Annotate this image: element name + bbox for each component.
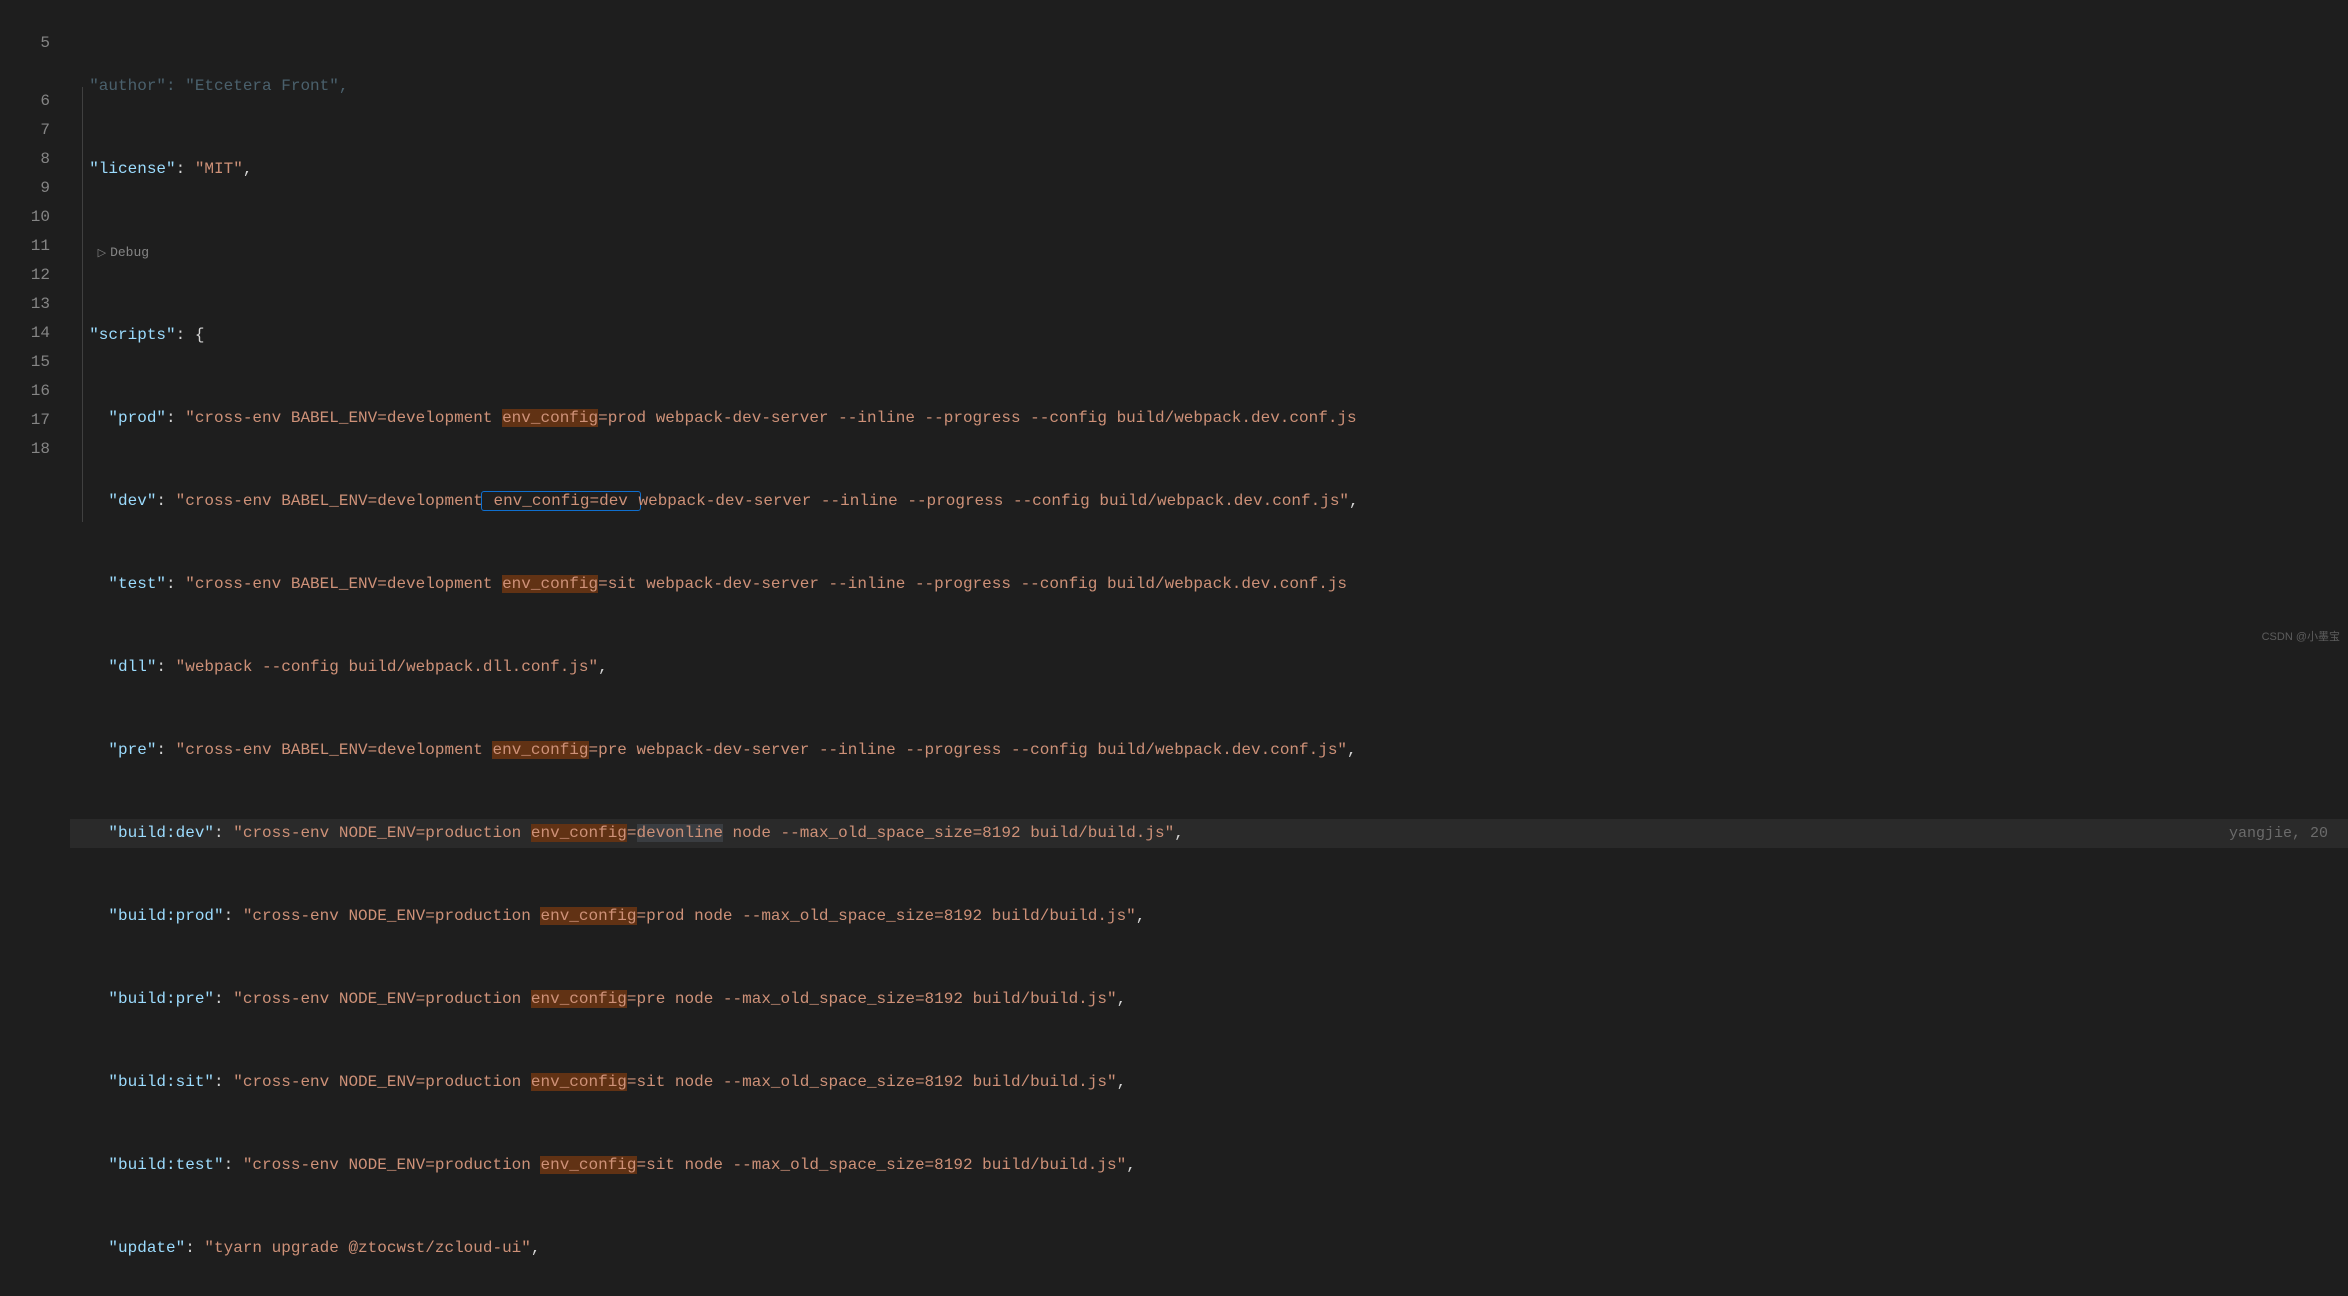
json-key: "update" xyxy=(108,1239,185,1257)
json-key: "pre" xyxy=(108,741,156,759)
line-number: 9 xyxy=(0,174,50,203)
json-string: "MIT" xyxy=(195,160,243,178)
colon: : xyxy=(176,326,195,344)
json-key: "dev" xyxy=(108,492,156,510)
json-string: =pre node --max_old_space_size=8192 buil… xyxy=(627,990,1117,1008)
brace: { xyxy=(195,326,205,344)
line-number: 16 xyxy=(0,377,50,406)
code-line[interactable]: "dll": "webpack --config build/webpack.d… xyxy=(70,653,2348,682)
json-string: node --max_old_space_size=8192 build/bui… xyxy=(723,824,1174,842)
line-number: 17 xyxy=(0,406,50,435)
json-string: =sit webpack-dev-server --inline --progr… xyxy=(598,575,1347,593)
json-string: =prod node --max_old_space_size=8192 bui… xyxy=(637,907,1136,925)
code-line[interactable]: "license": "MIT", xyxy=(70,155,2348,184)
play-icon: ▷ xyxy=(98,248,106,260)
line-number: 13 xyxy=(0,290,50,319)
json-string: "cross-env NODE_ENV=production xyxy=(233,990,531,1008)
code-line[interactable]: "build:prod": "cross-env NODE_ENV=produc… xyxy=(70,902,2348,931)
line-number xyxy=(0,58,50,87)
highlight: env_config xyxy=(531,824,627,842)
code-line[interactable]: "build:pre": "cross-env NODE_ENV=product… xyxy=(70,985,2348,1014)
watermark: CSDN @小墨宝 xyxy=(2262,628,2340,644)
highlight: env_config xyxy=(540,1156,636,1174)
json-string: "cross-env NODE_ENV=production xyxy=(233,824,531,842)
line-number: 11 xyxy=(0,232,50,261)
code-area[interactable]: "author": "Etcetera Front", "license": "… xyxy=(70,0,2348,648)
json-key: "license" xyxy=(89,160,175,178)
json-string: =prod webpack-dev-server --inline --prog… xyxy=(598,409,1357,427)
json-key: "build:sit" xyxy=(108,1073,214,1091)
json-string: "tyarn upgrade @ztocwst/zcloud-ui" xyxy=(204,1239,530,1257)
code-line[interactable]: "update": "tyarn upgrade @ztocwst/zcloud… xyxy=(70,1234,2348,1263)
line-number: 14 xyxy=(0,319,50,348)
code-line[interactable]: "prod": "cross-env BABEL_ENV=development… xyxy=(70,404,2348,433)
json-string: =sit node --max_old_space_size=8192 buil… xyxy=(627,1073,1117,1091)
code-line[interactable]: "test": "cross-env BABEL_ENV=development… xyxy=(70,570,2348,599)
line-number: 7 xyxy=(0,116,50,145)
indent-guide xyxy=(82,87,83,522)
json-key: "dll" xyxy=(108,658,156,676)
json-key: "scripts" xyxy=(89,326,175,344)
json-string: =sit node --max_old_space_size=8192 buil… xyxy=(637,1156,1127,1174)
highlight: env_config xyxy=(492,741,588,759)
json-string: = xyxy=(627,824,637,842)
code-line[interactable]: "build:sit": "cross-env NODE_ENV=product… xyxy=(70,1068,2348,1097)
code-line[interactable]: "scripts": { xyxy=(70,321,2348,350)
json-key: "build:test" xyxy=(108,1156,223,1174)
line-number xyxy=(0,0,50,29)
json-string: "cross-env BABEL_ENV=development xyxy=(185,409,502,427)
git-blame: yangjie, 20 xyxy=(2229,819,2328,848)
highlight: env_config xyxy=(502,575,598,593)
json-string: "webpack --config build/webpack.dll.conf… xyxy=(176,658,598,676)
line-number-gutter: 5 6 7 8 9 10 11 12 13 14 15 16 17 18 xyxy=(0,0,70,648)
highlight: env_config xyxy=(531,1073,627,1091)
json-string: =pre webpack-dev-server --inline --progr… xyxy=(589,741,1348,759)
line-number: 12 xyxy=(0,261,50,290)
json-string: "cross-env NODE_ENV=production xyxy=(243,1156,541,1174)
json-key: "build:pre" xyxy=(108,990,214,1008)
highlight: env_config xyxy=(502,409,598,427)
code-line[interactable]: "build:test": "cross-env NODE_ENV=produc… xyxy=(70,1151,2348,1180)
code-text: "author": "Etcetera Front", xyxy=(89,77,348,95)
json-key: "test" xyxy=(108,575,166,593)
line-number: 6 xyxy=(0,87,50,116)
line-number: 10 xyxy=(0,203,50,232)
line-number: 18 xyxy=(0,435,50,464)
code-line[interactable]: "dev": "cross-env BABEL_ENV=development … xyxy=(70,487,2348,516)
codelens-label: Debug xyxy=(110,245,149,260)
json-key: "prod" xyxy=(108,409,166,427)
line-number: 5 xyxy=(0,29,50,58)
highlight: env_config xyxy=(540,907,636,925)
json-string: "cross-env NODE_ENV=production xyxy=(243,907,541,925)
json-string: webpack-dev-server --inline --progress -… xyxy=(639,492,1350,510)
search-match-box: env_config=dev xyxy=(481,491,641,511)
json-string: "cross-env BABEL_ENV=development xyxy=(185,575,502,593)
json-key: "build:dev" xyxy=(108,824,214,842)
json-string: "cross-env BABEL_ENV=development xyxy=(176,741,493,759)
code-line-current[interactable]: "build:dev": "cross-env NODE_ENV=product… xyxy=(70,819,2348,848)
line-number: 8 xyxy=(0,145,50,174)
json-string: "cross-env BABEL_ENV=development xyxy=(176,492,483,510)
highlight: env_config xyxy=(531,990,627,1008)
json-key: "build:prod" xyxy=(108,907,223,925)
code-line[interactable]: "author": "Etcetera Front", xyxy=(70,72,2348,101)
codelens-debug[interactable]: ▷ Debug xyxy=(70,238,2348,267)
comma: , xyxy=(243,160,253,178)
line-number: 15 xyxy=(0,348,50,377)
selection: devonline xyxy=(637,824,723,842)
code-line[interactable]: "pre": "cross-env BABEL_ENV=development … xyxy=(70,736,2348,765)
json-string: "cross-env NODE_ENV=production xyxy=(233,1073,531,1091)
code-editor[interactable]: 5 6 7 8 9 10 11 12 13 14 15 16 17 18 "au… xyxy=(0,0,2348,648)
colon: : xyxy=(176,160,195,178)
